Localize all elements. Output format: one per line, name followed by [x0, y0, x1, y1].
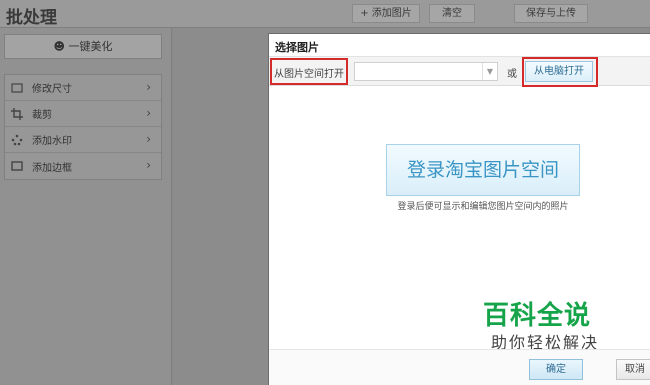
- dialog-title: 选择图片: [275, 41, 319, 54]
- add-image-button[interactable]: + 添加图片: [352, 4, 420, 23]
- watermark-logo: 百科全说 助你轻松解决: [463, 281, 627, 355]
- crop-icon: [11, 107, 23, 120]
- confirm-button[interactable]: 确定: [529, 359, 583, 380]
- chevron-right-icon: ›: [146, 132, 151, 146]
- beautify-icon: ☻: [53, 40, 69, 53]
- sidebar-item-border[interactable]: 添加边框 ›: [5, 153, 161, 179]
- app-title: 批处理: [6, 8, 57, 28]
- cancel-button[interactable]: 取消: [616, 359, 650, 380]
- sidebar-item-label: 裁剪: [32, 110, 52, 121]
- login-image-space-button[interactable]: 登录淘宝图片空间: [386, 144, 580, 196]
- login-hint: 登录后便可显示和编辑您图片空间内的照片: [397, 202, 569, 212]
- select-image-dialog: 选择图片 从图片空间打开 ▼ 或 从电脑打开 登录淘宝图片空间 登录后便可显示和…: [268, 33, 650, 385]
- chevron-right-icon: ›: [146, 106, 151, 120]
- chevron-right-icon: ›: [146, 158, 151, 172]
- image-space-select[interactable]: ▼: [354, 62, 498, 81]
- sidebar-item-watermark[interactable]: 添加水印 ›: [5, 127, 161, 153]
- highlight-box: [522, 57, 598, 87]
- sidebar-menu: 修改尺寸 › 裁剪 › 添加水印 › 添加边框 ›: [4, 74, 162, 180]
- watermark-icon: [11, 134, 23, 145]
- sidebar-item-label: 修改尺寸: [32, 84, 72, 95]
- sidebar-item-label: 添加水印: [32, 136, 72, 147]
- sidebar-item-label: 添加边框: [32, 162, 72, 174]
- watermark-title: 百科全说: [483, 301, 592, 331]
- border-icon: [11, 161, 23, 171]
- chevron-right-icon: ›: [146, 80, 151, 94]
- resize-icon: [11, 82, 23, 93]
- dialog-toolbar: 从图片空间打开 ▼ 或 从电脑打开: [269, 56, 650, 87]
- sidebar: ☻ 一键美化 修改尺寸 › 裁剪 › 添加水印 › 添加边框 ›: [0, 28, 172, 385]
- dialog-footer: 确定 取消: [269, 349, 650, 385]
- clear-button[interactable]: 清空: [429, 4, 475, 23]
- beautify-label: 一键美化: [68, 40, 113, 53]
- app-header: 批处理 + 添加图片 清空 保存与上传: [0, 0, 650, 28]
- sidebar-item-crop[interactable]: 裁剪 ›: [5, 101, 161, 127]
- one-click-beautify-button[interactable]: ☻ 一键美化: [4, 34, 162, 59]
- highlight-box: [270, 58, 348, 85]
- sidebar-item-resize[interactable]: 修改尺寸 ›: [5, 75, 161, 101]
- save-upload-button[interactable]: 保存与上传: [514, 4, 588, 23]
- or-label: 或: [507, 69, 517, 80]
- chevron-down-icon[interactable]: ▼: [482, 63, 497, 80]
